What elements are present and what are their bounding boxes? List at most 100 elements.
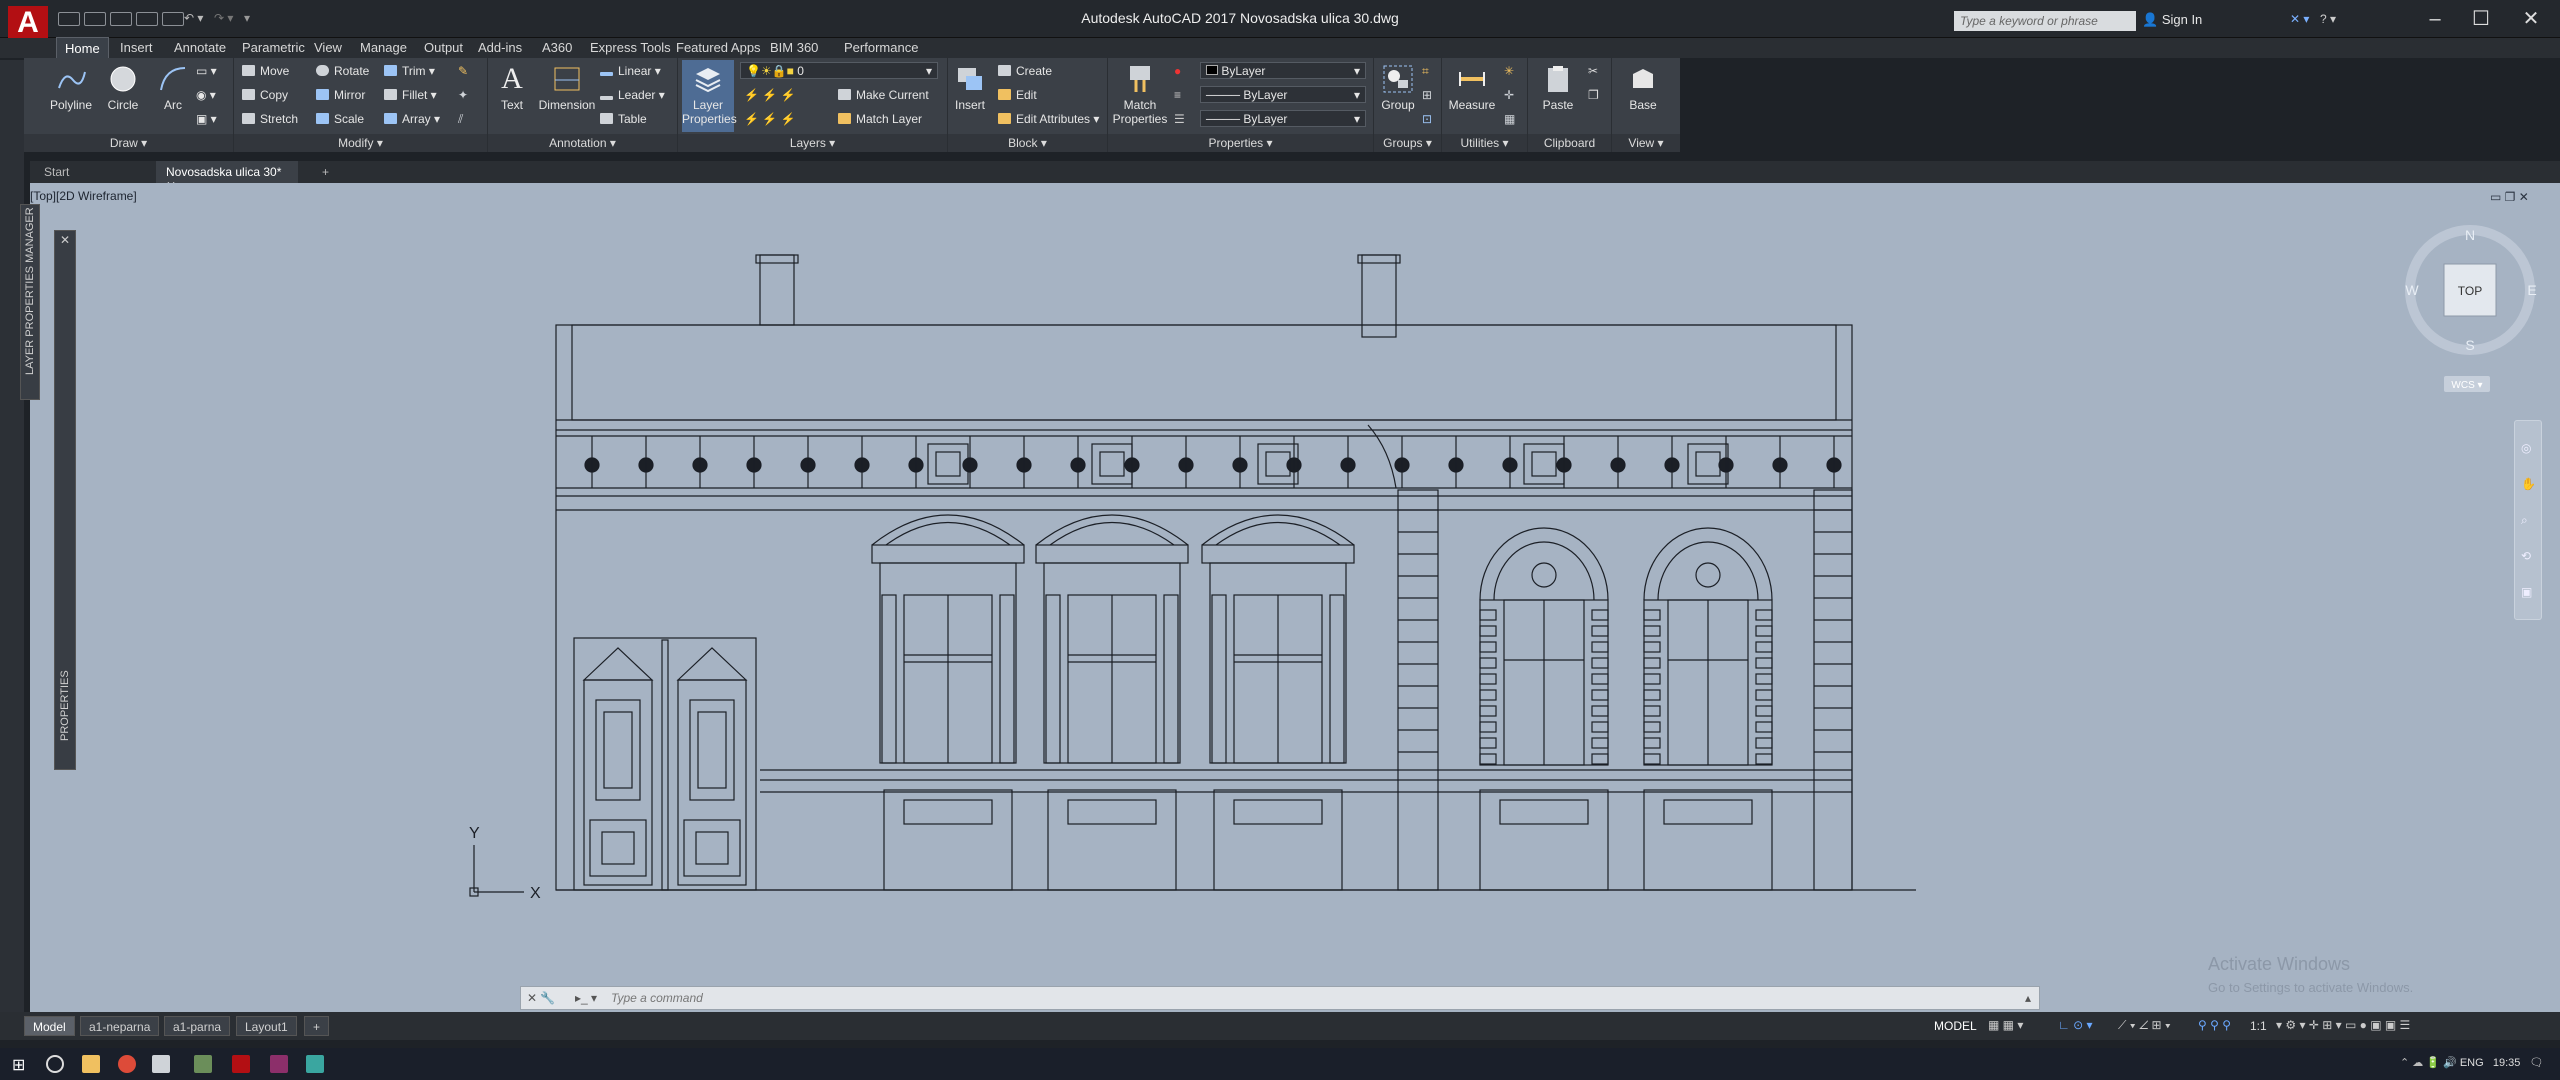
layer-dropdown[interactable]: 💡☀🔒■ 0 ▾ (740, 62, 938, 79)
add-layout-button[interactable]: + (304, 1016, 330, 1036)
redo-icon[interactable]: ↷ ▾ (214, 11, 233, 25)
scale-button[interactable]: Scale (316, 112, 364, 126)
orbit-icon[interactable]: ⟲ (2521, 549, 2531, 563)
save-as-icon[interactable] (136, 12, 158, 26)
file-explorer-icon[interactable] (82, 1055, 100, 1073)
minimize-button[interactable]: – (2420, 6, 2450, 32)
command-line[interactable]: ✕ 🔧 ▸_ ▾ Type a command ▴ (520, 986, 2040, 1010)
wcs-menu[interactable]: WCS ▾ (2451, 380, 2482, 391)
compass-n[interactable]: N (2465, 227, 2475, 243)
viewport-label[interactable]: [Top][2D Wireframe] (30, 189, 137, 203)
layout-tab-a1-parna[interactable]: a1-parna (164, 1016, 231, 1036)
properties-palette[interactable]: ✕ PROPERTIES (54, 230, 76, 770)
layer-properties-button[interactable]: Layer Properties (682, 60, 737, 132)
point-icon[interactable]: ✛ (1504, 88, 1514, 102)
copy-button[interactable]: Copy (242, 88, 288, 102)
cut-icon[interactable]: ✂ (1588, 64, 1598, 78)
viewcube[interactable]: TOP N S E W WCS ▾ (2400, 222, 2540, 402)
tab-drawing[interactable]: Novosadska ulica 30* ✕ (156, 161, 298, 193)
print-icon[interactable] (162, 12, 184, 26)
utilities-panel-label[interactable]: Utilities ▾ (1442, 134, 1527, 152)
groups-panel-label[interactable]: Groups ▾ (1374, 134, 1441, 152)
zoom-icon[interactable]: ⌕ (2521, 513, 2528, 528)
notifications-icon[interactable]: 🗨 (2530, 1057, 2544, 1069)
table-button[interactable]: Table (600, 112, 647, 126)
tab-express-tools[interactable]: Express Tools (582, 37, 679, 59)
dimension-button[interactable]: Dimension (532, 64, 602, 112)
command-input[interactable]: Type a command (611, 991, 703, 1005)
move-button[interactable]: Move (242, 64, 289, 78)
tab-home[interactable]: Home (56, 37, 109, 59)
color-dropdown[interactable]: ByLayer ▾ (1200, 62, 1366, 79)
close-palette-icon[interactable]: ✕ (60, 233, 70, 247)
compass-e[interactable]: E (2527, 282, 2536, 298)
modify-panel-label[interactable]: Modify ▾ (234, 134, 487, 152)
edit-block-button[interactable]: Edit (998, 88, 1037, 102)
layer-properties-manager-palette[interactable]: LAYER PROPERTIES MANAGER (20, 204, 40, 400)
offset-icon[interactable]: ⫽ (458, 112, 463, 127)
paste-button[interactable]: Paste (1534, 64, 1582, 112)
rotate-button[interactable]: Rotate (316, 64, 369, 78)
application-menu-button[interactable]: A (8, 6, 48, 39)
navigation-bar[interactable]: ◎ ✋ ⌕ ⟲ ▣ (2514, 420, 2542, 620)
make-current-button[interactable]: Make Current (838, 88, 929, 102)
compass-s[interactable]: S (2465, 337, 2474, 353)
viewport-controls[interactable]: ▭ ❐ ✕ (2490, 190, 2529, 204)
mirror-button[interactable]: Mirror (316, 88, 365, 102)
clipboard-panel-label[interactable]: Clipboard (1528, 134, 1611, 152)
steering-wheel-icon[interactable]: ◎ (2521, 441, 2531, 455)
tab-start[interactable]: Start (34, 161, 154, 183)
chrome-icon[interactable] (118, 1055, 136, 1073)
layer-tools-icon[interactable]: ⚡ ⚡ ⚡ (744, 88, 796, 102)
save-icon[interactable] (110, 12, 132, 26)
app-icon[interactable] (306, 1055, 324, 1073)
lineweight-dropdown[interactable]: ──── ByLayer ▾ (1200, 86, 1366, 103)
base-button[interactable]: Base (1618, 64, 1668, 112)
annotation-scale-icon[interactable]: ⚲ ⚲ ⚲ (2198, 1018, 2231, 1032)
showmotion-icon[interactable]: ▣ (2521, 585, 2532, 599)
winrar-icon[interactable] (270, 1055, 288, 1073)
close-button[interactable]: ✕ (2516, 6, 2546, 32)
fillet-button[interactable]: Fillet ▾ (384, 88, 437, 102)
create-block-button[interactable]: Create (998, 64, 1052, 78)
rectangle-icon[interactable]: ▭ ▾ (196, 64, 217, 78)
tab-performance[interactable]: Performance (836, 37, 926, 59)
compass-w[interactable]: W (2405, 282, 2419, 298)
new-tab-button[interactable]: + (312, 161, 338, 183)
group-button[interactable]: Group (1376, 64, 1420, 112)
group-edit-icon[interactable]: ⊞ (1422, 88, 1432, 102)
photos-icon[interactable] (194, 1055, 212, 1073)
sign-in-button[interactable]: 👤 Sign In (2142, 12, 2202, 28)
tab-a360[interactable]: A360 (534, 37, 580, 59)
grid-icon[interactable]: ▦ ▦ ▾ (1988, 1018, 2023, 1032)
polyline-button[interactable]: Polyline (44, 64, 98, 112)
tray-icons[interactable]: ⌃ ☁ 🔋 🔊 (2400, 1057, 2460, 1069)
erase-icon[interactable]: ✎ (458, 64, 468, 78)
view-panel-label[interactable]: View ▾ (1612, 134, 1680, 152)
circle-button[interactable]: Circle (96, 64, 150, 112)
maximize-button[interactable]: ☐ (2466, 6, 2496, 32)
mail-icon[interactable] (152, 1055, 170, 1073)
tab-insert[interactable]: Insert (112, 37, 161, 59)
edit-attributes-button[interactable]: Edit Attributes ▾ (998, 112, 1099, 126)
open-icon[interactable] (84, 12, 106, 26)
insert-button[interactable]: Insert (948, 64, 992, 112)
pan-icon[interactable]: ✋ (2521, 477, 2536, 491)
new-icon[interactable] (58, 12, 80, 26)
help-icon[interactable]: ? ▾ (2320, 12, 2336, 26)
layer-tools-2-icon[interactable]: ⚡ ⚡ ⚡ (744, 112, 796, 126)
linear-button[interactable]: Linear ▾ (600, 64, 661, 78)
tab-bim-360[interactable]: BIM 360 (762, 37, 826, 59)
trim-button[interactable]: Trim ▾ (384, 64, 435, 78)
copy-clip-icon[interactable]: ❐ (1588, 88, 1599, 102)
annotation-scale[interactable]: 1:1 (2250, 1019, 2267, 1033)
autocad-taskbar-icon[interactable] (232, 1055, 250, 1073)
quick-select-icon[interactable]: ✳ (1504, 64, 1514, 78)
model-space-button[interactable]: MODEL (1934, 1019, 1977, 1033)
explode-icon[interactable]: ✦ (458, 88, 468, 102)
start-icon[interactable]: ⊞ (12, 1055, 30, 1074)
region-icon[interactable]: ▣ ▾ (196, 112, 217, 126)
command-history-icon[interactable]: ▴ (2025, 991, 2031, 1005)
ungroup-icon[interactable]: ⌗ (1422, 64, 1429, 79)
stretch-button[interactable]: Stretch (242, 112, 298, 126)
